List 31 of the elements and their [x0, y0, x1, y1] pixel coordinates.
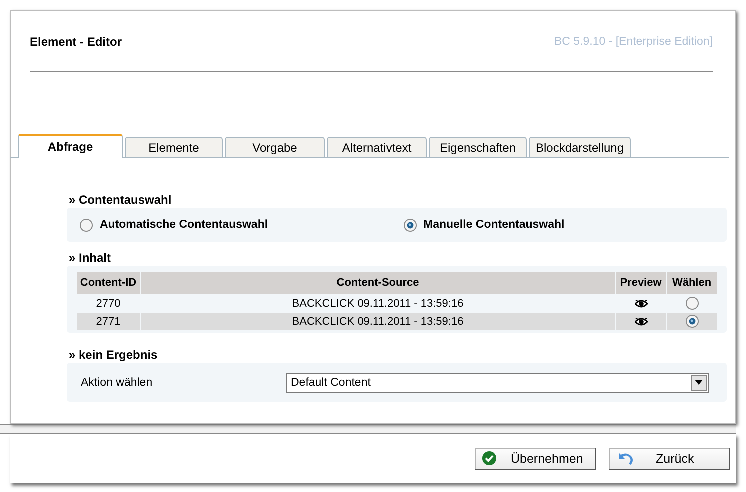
tab[interactable]: Abfrage — [18, 134, 123, 158]
version-label: BC 5.9.10 - [Enterprise Edition] — [554, 36, 713, 48]
eye-icon[interactable] — [634, 316, 648, 327]
column-header: Preview — [616, 272, 666, 294]
tab[interactable]: Eigenschaften — [429, 137, 527, 157]
eye-icon[interactable] — [634, 298, 648, 309]
radio-label[interactable]: Manuelle Contentauswahl — [424, 219, 565, 231]
apply-button[interactable]: Übernehmen — [475, 448, 596, 470]
column-header: Wählen — [667, 272, 717, 294]
tab[interactable]: Vorgabe — [225, 137, 325, 157]
section-heading: » Contentauswahl — [69, 193, 172, 207]
radio-button[interactable] — [404, 218, 416, 232]
radio-label[interactable]: Automatische Contentauswahl — [100, 219, 268, 231]
field-label: Aktion wählen — [81, 376, 154, 388]
table-cell: BACKCLICK 09.11.2011 - 13:59:16 — [141, 313, 615, 330]
window-title: Element - Editor — [30, 35, 122, 49]
radio-button[interactable] — [80, 218, 93, 232]
tab[interactable]: Blockdarstellung — [529, 137, 631, 157]
column-header: Content-ID — [77, 272, 140, 294]
tab[interactable]: Elemente — [125, 137, 223, 157]
action-dropdown[interactable]: Default Content — [286, 372, 709, 392]
radio-button[interactable] — [686, 297, 698, 310]
section-heading: » Inhalt — [69, 251, 112, 265]
checkmark-icon — [482, 451, 497, 466]
back-button[interactable]: Zurück — [609, 448, 730, 470]
tab[interactable]: Alternativtext — [327, 137, 427, 157]
radio-button[interactable] — [686, 315, 698, 328]
undo-arrow-icon — [616, 451, 634, 466]
column-header: Content-Source — [141, 272, 615, 294]
section-heading: » kein Ergebnis — [69, 348, 158, 362]
table-cell: 2771 — [77, 313, 140, 330]
